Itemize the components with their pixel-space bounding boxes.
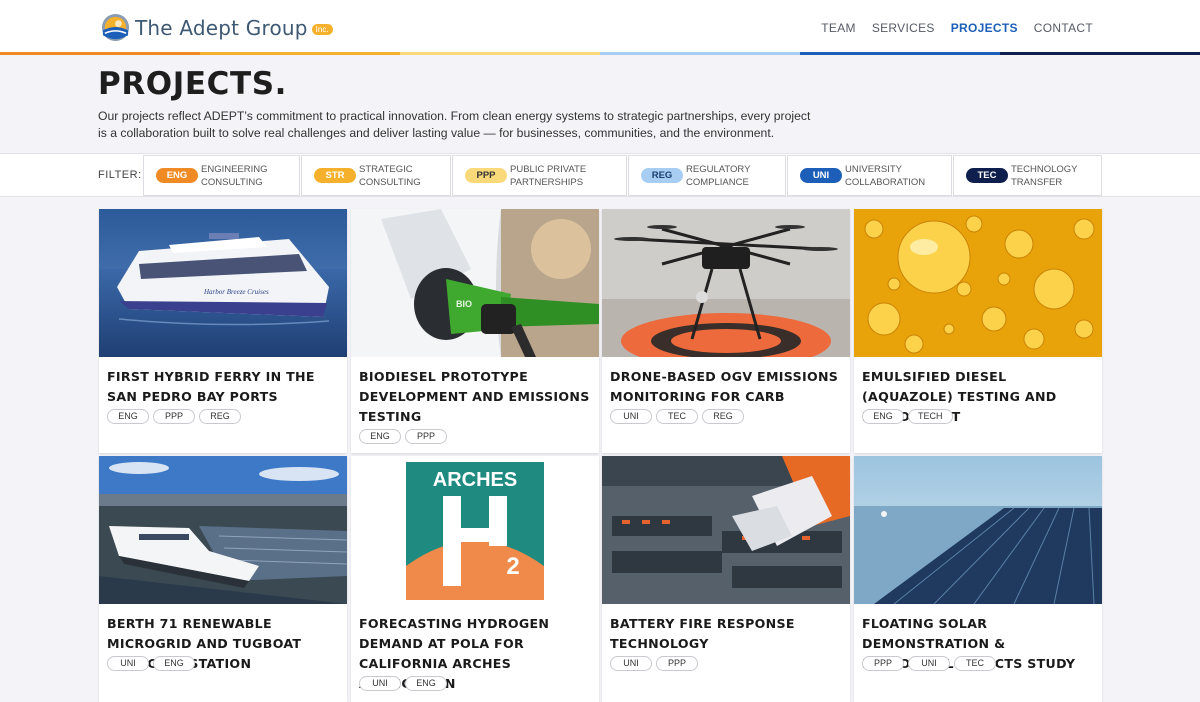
filter-bar: FILTER: ENG Engineering Consulting STR S… [0, 153, 1200, 197]
site-header: The Adept Group Inc. TEAM SERVICES PROJE… [0, 0, 1200, 55]
tag-eng[interactable]: ENG [153, 656, 195, 671]
filter-str[interactable]: STR Strategic Consulting [301, 155, 451, 196]
main-nav: TEAM SERVICES PROJECTS CONTACT [821, 21, 1093, 35]
tag-eng[interactable]: ENG [359, 429, 401, 444]
nozzle-label-text: BIO [456, 299, 472, 309]
project-tags: ENG PPP REG [107, 409, 241, 424]
tag-eng[interactable]: ENG [405, 676, 447, 691]
svg-text:2: 2 [506, 553, 519, 580]
project-card[interactable]: Battery Fire Response Technology UNI PPP [602, 456, 850, 702]
tag-ppp[interactable]: PPP [862, 656, 904, 671]
project-title: Battery Fire Response Technology [610, 616, 795, 651]
project-tags: UNI ENG [359, 676, 447, 691]
stripe-segment [800, 52, 1000, 55]
stripe-segment [1000, 52, 1200, 55]
nav-projects[interactable]: PROJECTS [951, 21, 1018, 35]
tag-eng[interactable]: ENG [862, 409, 904, 424]
tag-ppp[interactable]: PPP [656, 656, 698, 671]
filter-name: Regulatory Compliance [686, 163, 751, 188]
filter-name: Public Private Partnerships [510, 163, 587, 188]
page-title: PROJECTS. [98, 66, 288, 102]
tag-uni[interactable]: UNI [359, 676, 401, 691]
tag-uni[interactable]: UNI [610, 656, 652, 671]
tag-reg[interactable]: REG [702, 409, 744, 424]
filter-eng[interactable]: ENG Engineering Consulting [143, 155, 300, 196]
arches-logo-image: ARCHES 2 [351, 456, 599, 604]
project-tags: ENG TECH [862, 409, 953, 424]
filter-code-badge: ENG [156, 168, 198, 183]
brand-badge: Inc. [311, 24, 333, 35]
filter-code-badge: TEC [966, 168, 1008, 183]
filter-code-badge: UNI [800, 168, 842, 183]
project-card[interactable]: Drone-Based OGV Emissions Monitoring for… [602, 209, 850, 453]
filter-name: Engineering Consulting [201, 163, 268, 188]
project-tags: ENG PPP [359, 429, 447, 444]
project-card[interactable]: ARCHES 2 Forecasting Hydrogen Demand at … [351, 456, 599, 702]
brand-logo[interactable]: The Adept Group Inc. [100, 12, 333, 43]
filter-ppp[interactable]: PPP Public Private Partnerships [452, 155, 627, 196]
project-card[interactable]: Floating Solar Demonstration & Ecologica… [854, 456, 1102, 702]
project-title: Drone-Based OGV Emissions Monitoring for… [610, 369, 839, 404]
project-card[interactable]: Emulsified Diesel (Aquazole) Testing and… [854, 209, 1102, 453]
stripe-segment [200, 52, 400, 55]
project-tags: UNI ENG [107, 656, 195, 671]
brand-name: The Adept Group [135, 15, 308, 40]
filter-name: Strategic Consulting [359, 163, 421, 188]
battery-image [602, 456, 850, 604]
page-description: Our projects reflect ADEPT’s commitment … [98, 109, 811, 140]
nav-contact[interactable]: CONTACT [1034, 21, 1093, 35]
filter-code-badge: PPP [465, 168, 507, 183]
project-tags: UNI PPP [610, 656, 698, 671]
tag-tec[interactable]: TEC [656, 409, 698, 424]
project-card[interactable]: Berth 71 Renewable Microgrid and Tugboat… [99, 456, 347, 702]
oil-bubbles-image [854, 209, 1102, 357]
ferry-hull-text: Harbor Breeze Cruises [203, 288, 269, 296]
tag-tec[interactable]: TEC [954, 656, 996, 671]
project-tags: UNI TEC REG [610, 409, 744, 424]
arches-logo-text: ARCHES [433, 469, 517, 491]
nav-team[interactable]: TEAM [821, 21, 856, 35]
tag-eng[interactable]: ENG [107, 409, 149, 424]
nav-services[interactable]: SERVICES [872, 21, 935, 35]
tag-uni[interactable]: UNI [908, 656, 950, 671]
filter-name: University Collaboration [845, 163, 926, 188]
filter-name: Technology Transfer [1011, 163, 1078, 188]
logo-gear-icon [101, 13, 130, 42]
stripe-segment [400, 52, 600, 55]
tag-ppp[interactable]: PPP [153, 409, 195, 424]
tag-reg[interactable]: REG [199, 409, 241, 424]
port-ship-image [99, 456, 347, 604]
project-tags: PPP UNI TEC [862, 656, 996, 671]
tag-ppp[interactable]: PPP [405, 429, 447, 444]
tag-uni[interactable]: UNI [107, 656, 149, 671]
project-card[interactable]: Harbor Breeze Cruises First Hybrid Ferry… [99, 209, 347, 453]
project-card[interactable]: BIO Biodiesel Prototype Development and … [351, 209, 599, 453]
floating-solar-image [854, 456, 1102, 604]
filter-tec[interactable]: TEC Technology Transfer [953, 155, 1102, 196]
filter-code-badge: STR [314, 168, 356, 183]
fuel-nozzle-image: BIO [351, 209, 599, 357]
stripe-segment [0, 52, 200, 55]
stripe-segment [600, 52, 800, 55]
drone-image [602, 209, 850, 357]
filter-code-badge: REG [641, 168, 683, 183]
tag-uni[interactable]: UNI [610, 409, 652, 424]
header-color-stripe [0, 52, 1200, 55]
filter-uni[interactable]: UNI University Collaboration [787, 155, 952, 196]
filter-label: FILTER: [98, 169, 142, 181]
project-title: First Hybrid Ferry in the San Pedro Bay … [107, 369, 315, 404]
ferry-image: Harbor Breeze Cruises [99, 209, 347, 357]
project-title: Biodiesel Prototype Development and Emis… [359, 369, 590, 424]
tag-tech[interactable]: TECH [908, 409, 953, 424]
filter-reg[interactable]: REG Regulatory Compliance [628, 155, 786, 196]
